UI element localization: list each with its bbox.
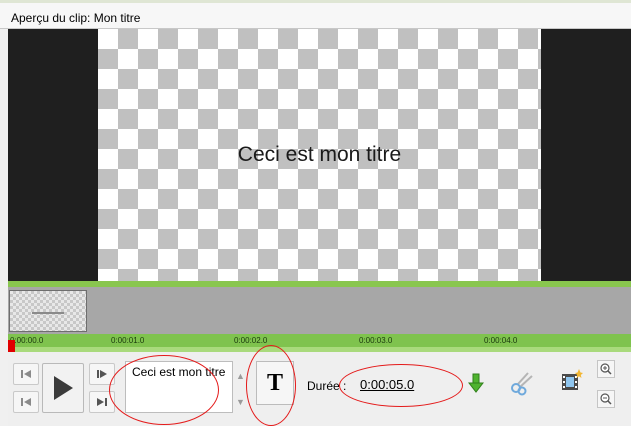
cut-button[interactable] (506, 367, 538, 399)
preview-overlay-text: Ceci est mon titre (237, 143, 402, 166)
play-button[interactable] (42, 363, 84, 413)
thumbnail-strip (8, 287, 631, 334)
add-clip-button[interactable] (555, 364, 587, 396)
zoom-out-icon (600, 393, 612, 405)
green-down-arrow-icon (468, 373, 484, 393)
highlight-ellipse-title-button (246, 345, 296, 426)
clip-preview-viewport: Ceci est mon titre (8, 29, 631, 281)
window-title: Aperçu du clip: Mon titre (11, 11, 141, 25)
step-forward-icon (97, 370, 107, 378)
scroll-down-icon[interactable]: ▼ (236, 397, 245, 407)
playback-controls: Ceci est mon titre ▲ ▼ T Durée : 0:00:05… (8, 352, 631, 426)
ruler-tick: 0:00:03.0 (359, 336, 393, 345)
highlight-ellipse-duration (339, 364, 463, 407)
go-to-start-button[interactable] (13, 391, 39, 413)
clip-thumbnail[interactable] (9, 290, 87, 332)
go-to-end-icon (97, 398, 107, 406)
zoom-in-icon (600, 363, 612, 375)
play-icon (54, 376, 73, 400)
clip-preview-titlebar: Aperçu du clip: Mon titre (0, 0, 631, 29)
add-to-timeline-button[interactable] (460, 367, 492, 399)
ruler-tick: 0:00:01.0 (111, 336, 145, 345)
ruler-tick: 0:00:00.0 (10, 336, 44, 345)
thumbnail-text-line (32, 312, 64, 314)
scroll-up-icon[interactable]: ▲ (236, 371, 245, 381)
ruler-tick: 0:00:04.0 (484, 336, 518, 345)
highlight-ellipse-text (109, 355, 219, 425)
timeline-ruler[interactable]: 0:00:00.0 0:00:01.0 0:00:02.0 0:00:03.0 … (8, 334, 631, 352)
scissors-icon (511, 372, 533, 396)
transparent-canvas: Ceci est mon titre (98, 29, 541, 281)
film-star-icon (562, 369, 583, 390)
titlebar-accent-strip (0, 0, 631, 3)
skip-back-icon (21, 370, 31, 378)
zoom-out-button[interactable] (597, 390, 615, 408)
title-text-scroll[interactable]: ▲ ▼ (233, 361, 247, 413)
ruler-tick: 0:00:02.0 (234, 336, 268, 345)
go-to-start-icon (21, 398, 31, 406)
zoom-in-button[interactable] (597, 360, 615, 378)
prev-frame-button[interactable] (13, 363, 39, 385)
